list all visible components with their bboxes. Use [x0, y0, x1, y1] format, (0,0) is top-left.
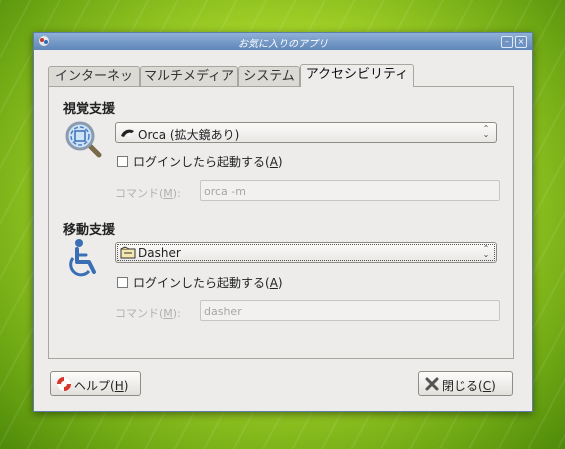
tab-accessibility[interactable]: アクセシビリティ	[300, 64, 414, 87]
command-label-end: ):	[172, 187, 181, 200]
command-mnemonic: M	[163, 307, 173, 320]
command-mnemonic: M	[163, 187, 173, 200]
visual-command-field[interactable]: orca -m	[200, 180, 500, 201]
mobility-section-heading: 移動支援	[63, 223, 116, 238]
checkbox-label-end: )	[277, 276, 283, 290]
command-label-text: コマンド(	[115, 307, 164, 320]
close-button[interactable]: 閉じる(C)	[418, 371, 513, 396]
help-button[interactable]: ヘルプ(H)	[50, 371, 141, 396]
close-x-icon	[425, 377, 439, 391]
checkbox-box[interactable]	[117, 277, 128, 288]
mobility-command-label: コマンド(M):	[115, 305, 181, 321]
accessibility-panel: 視覚支援 Orca (拡大鏡あり) ⌃ ⌄ ログインしたら起動する(A) コマンド…	[48, 86, 514, 359]
combo-arrows-icon: ⌃ ⌄	[482, 244, 490, 259]
window-title: お気に入りのアプリ	[238, 39, 328, 50]
close-window-button[interactable]: ×	[515, 36, 527, 48]
orca-whale-icon	[121, 129, 134, 137]
combo-arrows-icon: ⌃ ⌄	[482, 124, 490, 139]
mobility-app-combo[interactable]: Dasher ⌃ ⌄	[115, 242, 497, 263]
visual-app-combo[interactable]: Orca (拡大鏡あり) ⌃ ⌄	[115, 122, 497, 143]
favorite-apps-window: お気に入りのアプリ – × インターネット マルチメディア システム アクセシビ…	[33, 32, 533, 412]
visual-combo-value: Orca (拡大鏡あり)	[138, 128, 240, 142]
visual-autostart-checkbox[interactable]: ログインしたら起動する(A)	[117, 153, 283, 170]
visual-section-heading: 視覚支援	[63, 102, 116, 117]
checkbox-box[interactable]	[117, 156, 128, 167]
tab-internet[interactable]: インターネット	[48, 66, 140, 104]
checkbox-label-end: )	[277, 155, 283, 169]
tab-multimedia[interactable]: マルチメディア	[140, 66, 238, 86]
title-bar[interactable]: お気に入りのアプリ – ×	[34, 33, 532, 50]
close-label: 閉じる(	[442, 379, 483, 393]
close-mnemonic: C	[482, 379, 492, 393]
mobility-command-field[interactable]: dasher	[200, 300, 500, 321]
dasher-icon	[120, 246, 136, 259]
tab-system[interactable]: システム	[238, 66, 300, 86]
lifebuoy-icon	[57, 377, 71, 391]
checkbox-label: ログインしたら起動する(	[133, 276, 270, 290]
command-label-text: コマンド(	[115, 187, 164, 200]
magnifier-icon	[65, 121, 102, 158]
close-label-end: )	[491, 379, 496, 393]
help-mnemonic: H	[114, 379, 124, 393]
minimize-button[interactable]: –	[501, 36, 513, 48]
help-label: ヘルプ(	[74, 379, 115, 393]
command-label-end: ):	[172, 307, 181, 320]
help-label-end: )	[123, 379, 129, 393]
checkbox-mnemonic: A	[269, 155, 278, 169]
checkbox-label: ログインしたら起動する(	[133, 155, 270, 169]
wheelchair-icon	[69, 239, 96, 277]
visual-command-label: コマンド(M):	[115, 185, 181, 201]
checkbox-mnemonic: A	[269, 276, 278, 290]
mobility-combo-value: Dasher	[138, 246, 181, 260]
mobility-autostart-checkbox[interactable]: ログインしたら起動する(A)	[117, 274, 283, 291]
